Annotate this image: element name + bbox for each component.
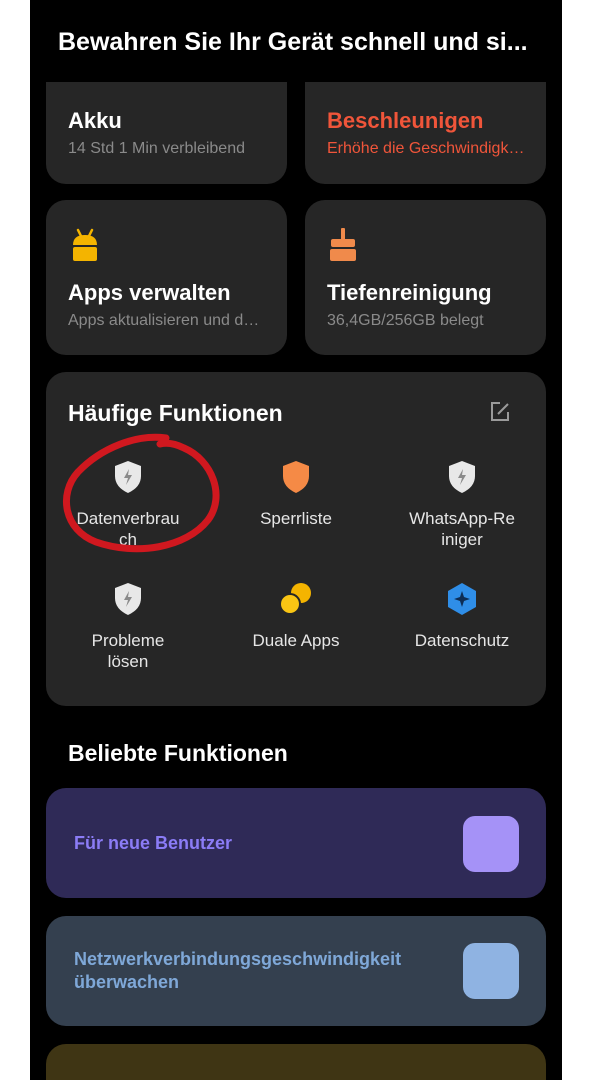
promo-thumbnail <box>463 943 519 999</box>
page-title: Bewahren Sie Ihr Gerät schnell und si... <box>58 28 528 56</box>
frequent-functions-title: Häufige Funktionen <box>68 400 283 426</box>
apps-verwalten-card[interactable]: Apps verwalten Apps aktualisieren und de… <box>46 200 287 355</box>
function-sperrliste[interactable]: Sperrliste <box>221 460 371 550</box>
promo-label: Für neue Benutzer <box>74 833 233 853</box>
function-label: WhatsApp-Re iniger <box>409 509 515 549</box>
function-label: Sperrliste <box>260 509 332 528</box>
tiefenreinigung-title: Tiefenreinigung <box>327 280 492 305</box>
function-label: Datenschutz <box>414 631 510 650</box>
frequent-functions-panel: Häufige Funktionen Datenverbrau ch Sperr… <box>46 372 546 706</box>
function-whatsapp-reiniger[interactable]: WhatsApp-Re iniger <box>387 460 537 550</box>
function-datenverbrauch[interactable]: Datenverbrau ch <box>53 460 203 550</box>
beschleunigen-subtitle: Erhöhe die Geschwindigkei... <box>327 140 527 157</box>
broom-icon <box>328 228 358 262</box>
popular-functions-title: Beliebte Funktionen <box>68 740 288 766</box>
shield-clean-icon <box>447 460 477 499</box>
function-duale-apps[interactable]: Duale Apps <box>221 582 371 672</box>
beschleunigen-title: Beschleunigen <box>327 108 484 133</box>
akku-subtitle: 14 Std 1 Min verbleibend <box>68 140 245 157</box>
shield-block-icon <box>281 460 311 499</box>
akku-title: Akku <box>68 108 122 133</box>
dual-apps-icon <box>279 582 313 621</box>
edit-icon[interactable] <box>488 400 512 424</box>
function-label: Duale Apps <box>252 631 340 650</box>
shield-fix-icon <box>113 582 143 621</box>
akku-card[interactable]: Akku 14 Std 1 Min verbleibend <box>46 82 287 184</box>
android-icon <box>70 228 100 262</box>
shield-bolt-icon <box>113 460 143 499</box>
apps-verwalten-title: Apps verwalten <box>68 280 231 305</box>
app-screen: Bewahren Sie Ihr Gerät schnell und si...… <box>30 0 562 1080</box>
promo-new-users[interactable]: Für neue Benutzer <box>46 788 546 898</box>
privacy-icon <box>446 582 478 621</box>
function-label: Datenverbrau ch <box>76 509 180 549</box>
promo-network-speed[interactable]: Netzwerkverbindungsgeschwindigkeit überw… <box>46 916 546 1026</box>
tiefenreinigung-card[interactable]: Tiefenreinigung 36,4GB/256GB belegt <box>305 200 546 355</box>
beschleunigen-card[interactable]: Beschleunigen Erhöhe die Geschwindigkei.… <box>305 82 546 184</box>
promo-label: Netzwerkverbindungsgeschwindigkeit überw… <box>74 949 402 992</box>
function-datenschutz[interactable]: Datenschutz <box>387 582 537 672</box>
promo-next-card[interactable] <box>46 1044 546 1080</box>
promo-thumbnail <box>463 816 519 872</box>
function-probleme-loesen[interactable]: Probleme lösen <box>53 582 203 672</box>
function-label: Probleme lösen <box>91 631 165 671</box>
scroll-area[interactable]: Akku 14 Std 1 Min verbleibend Beschleuni… <box>30 82 562 1080</box>
tiefenreinigung-subtitle: 36,4GB/256GB belegt <box>327 312 484 329</box>
apps-verwalten-subtitle: Apps aktualisieren und dei... <box>68 312 268 329</box>
